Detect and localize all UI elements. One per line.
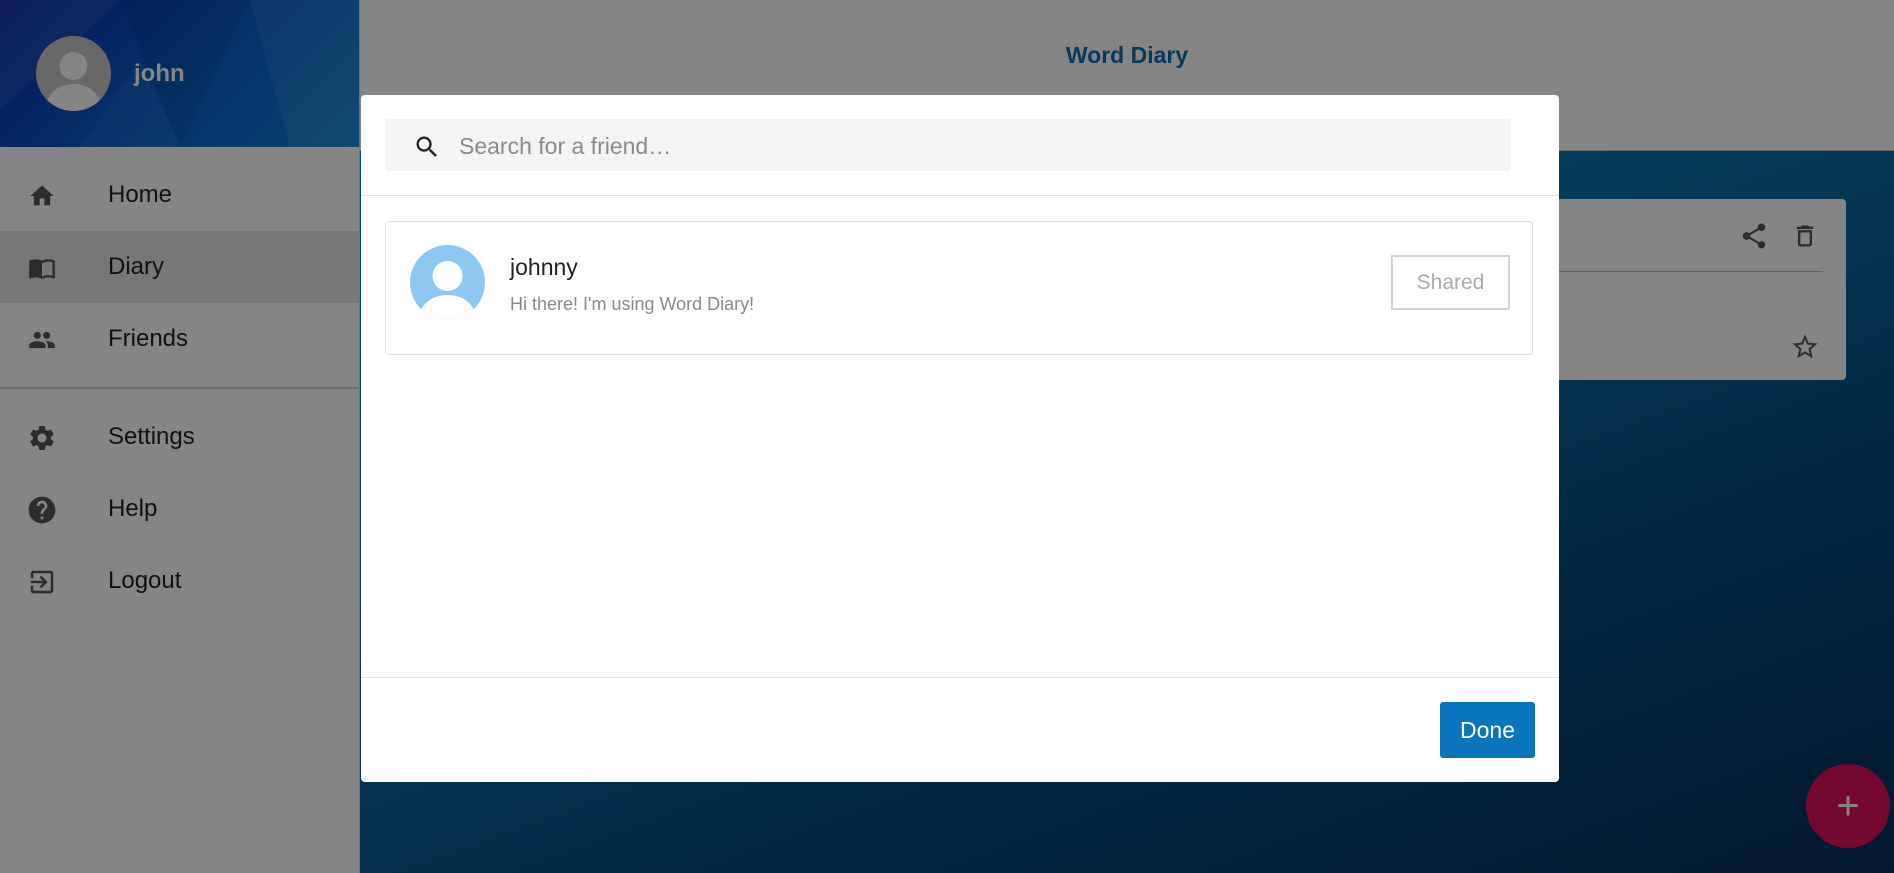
friend-name: johnny — [510, 254, 578, 280]
friend-search-bar — [385, 119, 1511, 173]
search-input[interactable] — [457, 119, 1501, 173]
shared-button[interactable]: Shared — [1391, 255, 1510, 310]
search-icon — [413, 133, 441, 166]
share-dialog: johnny Hi there! I'm using Word Diary! S… — [361, 95, 1559, 782]
friend-avatar — [410, 245, 485, 320]
dialog-divider — [361, 195, 1559, 196]
friend-status: Hi there! I'm using Word Diary! — [510, 294, 755, 314]
dialog-footer-divider — [361, 677, 1559, 678]
friend-list-item: johnny Hi there! I'm using Word Diary! S… — [385, 221, 1533, 355]
done-button[interactable]: Done — [1440, 702, 1535, 758]
